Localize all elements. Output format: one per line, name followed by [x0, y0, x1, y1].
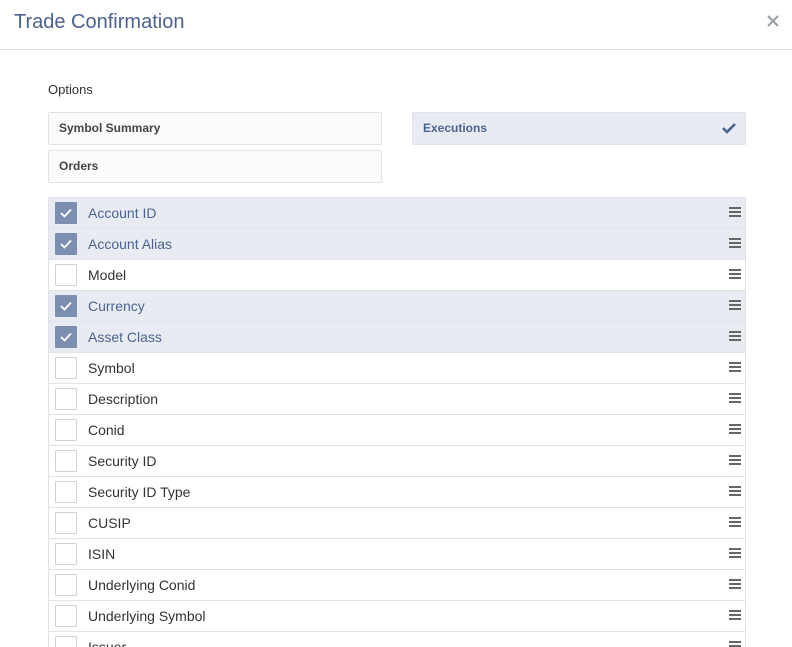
column-row[interactable]: Issuer: [48, 632, 746, 647]
checkbox-checked[interactable]: [55, 295, 77, 317]
checkbox-checked[interactable]: [55, 202, 77, 224]
column-label: ISIN: [88, 546, 116, 562]
column-row[interactable]: ISIN: [48, 539, 746, 570]
drag-handle-icon[interactable]: [729, 517, 741, 529]
drag-handle-icon[interactable]: [729, 269, 741, 281]
checkbox[interactable]: [55, 357, 77, 379]
column-label: Underlying Conid: [88, 577, 196, 593]
drag-handle-icon[interactable]: [729, 393, 741, 405]
column-label: Conid: [88, 422, 125, 438]
option-label: Orders: [59, 159, 99, 173]
column-list: Account ID Account Alias Model Currency Asse…: [48, 197, 746, 647]
option-orders[interactable]: Orders: [48, 150, 382, 183]
dialog-title: Trade Confirmation: [14, 11, 185, 33]
check-icon: [60, 301, 72, 311]
checkbox[interactable]: [55, 512, 77, 534]
drag-handle-icon[interactable]: [729, 641, 741, 647]
checkbox[interactable]: [55, 636, 77, 647]
options-label: Options: [48, 82, 93, 97]
checkbox-checked[interactable]: [55, 326, 77, 348]
column-label: Model: [88, 267, 127, 283]
check-icon: [60, 208, 72, 218]
checkbox[interactable]: [55, 264, 77, 286]
column-row[interactable]: Conid: [48, 415, 746, 446]
drag-handle-icon[interactable]: [729, 486, 741, 498]
check-icon: [60, 332, 72, 342]
column-row[interactable]: Security ID Type: [48, 477, 746, 508]
checkbox[interactable]: [55, 388, 77, 410]
drag-handle-icon[interactable]: [729, 455, 741, 467]
column-row[interactable]: Security ID: [48, 446, 746, 477]
column-label: Currency: [88, 298, 145, 314]
checkbox[interactable]: [55, 605, 77, 627]
drag-handle-icon[interactable]: [729, 548, 741, 560]
option-executions[interactable]: Executions: [412, 112, 746, 145]
drag-handle-icon[interactable]: [729, 424, 741, 436]
column-row[interactable]: Account ID: [48, 198, 746, 229]
column-row[interactable]: Symbol: [48, 353, 746, 384]
column-row[interactable]: Underlying Conid: [48, 570, 746, 601]
close-icon[interactable]: [766, 14, 780, 28]
checkbox[interactable]: [55, 481, 77, 503]
column-label: Account Alias: [88, 236, 173, 252]
option-label: Symbol Summary: [59, 121, 161, 135]
drag-handle-icon[interactable]: [729, 331, 741, 343]
checkbox[interactable]: [55, 574, 77, 596]
drag-handle-icon[interactable]: [729, 610, 741, 622]
column-row[interactable]: Account Alias: [48, 229, 746, 260]
drag-handle-icon[interactable]: [729, 207, 741, 219]
check-icon: [60, 239, 72, 249]
column-label: Asset Class: [88, 329, 162, 345]
drag-handle-icon[interactable]: [729, 579, 741, 591]
drag-handle-icon[interactable]: [729, 362, 741, 374]
column-label: Issuer: [88, 639, 127, 647]
column-row[interactable]: Description: [48, 384, 746, 415]
column-label: CUSIP: [88, 515, 131, 531]
drag-handle-icon[interactable]: [729, 238, 741, 250]
column-row[interactable]: Currency: [48, 291, 746, 322]
option-symbol-summary[interactable]: Symbol Summary: [48, 112, 382, 145]
column-label: Security ID Type: [88, 484, 191, 500]
checkbox-checked[interactable]: [55, 233, 77, 255]
option-label: Executions: [423, 121, 488, 135]
column-label: Account ID: [88, 205, 157, 221]
checkbox[interactable]: [55, 419, 77, 441]
column-row[interactable]: Asset Class: [48, 322, 746, 353]
checkmark-icon: [722, 123, 736, 134]
drag-handle-icon[interactable]: [729, 300, 741, 312]
checkbox[interactable]: [55, 450, 77, 472]
column-row[interactable]: Model: [48, 260, 746, 291]
column-row[interactable]: Underlying Symbol: [48, 601, 746, 632]
column-label: Underlying Symbol: [88, 608, 206, 624]
column-row[interactable]: CUSIP: [48, 508, 746, 539]
column-label: Symbol: [88, 360, 135, 376]
dialog-header: Trade Confirmation: [0, 0, 792, 50]
column-label: Security ID: [88, 453, 157, 469]
checkbox[interactable]: [55, 543, 77, 565]
column-label: Description: [88, 391, 159, 407]
